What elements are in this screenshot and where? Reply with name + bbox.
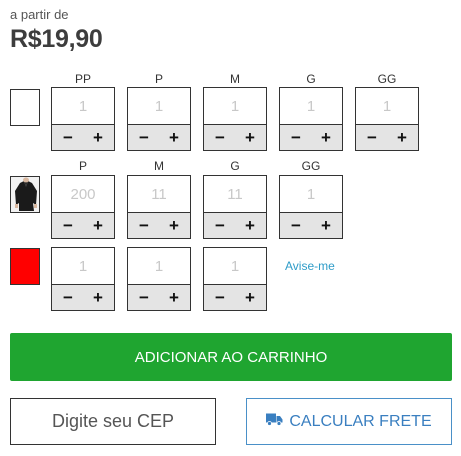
increment-button[interactable]: + (239, 285, 261, 310)
increment-button[interactable]: + (239, 125, 261, 150)
quantity-stepper: 1 − + (355, 87, 419, 151)
size-label: M (230, 72, 240, 86)
stepper-buttons: − + (204, 124, 266, 150)
stepper-buttons: − + (52, 212, 114, 238)
quantity-input[interactable]: 1 (128, 248, 190, 284)
quantity-stepper: 1 − + (279, 175, 343, 239)
increment-button[interactable]: + (239, 213, 261, 238)
stepper-buttons: − + (52, 124, 114, 150)
quantity-stepper: 1 − + (127, 247, 191, 311)
size-label: M (154, 159, 164, 173)
increment-button[interactable]: + (163, 213, 185, 238)
quantity-input[interactable]: 1 (52, 248, 114, 284)
quantity-input[interactable]: 11 (204, 176, 266, 212)
increment-button[interactable]: + (163, 285, 185, 310)
decrement-button[interactable]: − (133, 285, 155, 310)
size-label: P (78, 159, 87, 173)
decrement-button[interactable]: − (133, 213, 155, 238)
color-swatch-black-blouse[interactable] (10, 176, 40, 213)
quantity-input[interactable]: 1 (280, 88, 342, 124)
size-label: G (306, 72, 316, 86)
decrement-button[interactable]: − (209, 213, 231, 238)
quantity-stepper: 1 − + (279, 87, 343, 151)
quantity-stepper: 11 − + (203, 175, 267, 239)
size-label: P (154, 72, 163, 86)
quantity-stepper: 1 − + (203, 87, 267, 151)
stepper-buttons: − + (280, 212, 342, 238)
increment-button[interactable]: + (315, 125, 337, 150)
decrement-button[interactable]: − (209, 125, 231, 150)
stepper-buttons: − + (280, 124, 342, 150)
decrement-button[interactable]: − (57, 213, 79, 238)
stepper-buttons: − + (128, 124, 190, 150)
increment-button[interactable]: + (315, 213, 337, 238)
quantity-stepper: 1 − + (51, 247, 115, 311)
price-prefix: a partir de (10, 7, 69, 22)
increment-button[interactable]: + (87, 213, 109, 238)
decrement-button[interactable]: − (285, 125, 307, 150)
quantity-input[interactable]: 1 (204, 88, 266, 124)
quantity-stepper: 1 − + (51, 87, 115, 151)
decrement-button[interactable]: − (57, 285, 79, 310)
blouse-thumbnail (11, 177, 39, 212)
quantity-input[interactable]: 1 (128, 88, 190, 124)
size-label: G (230, 159, 240, 173)
stepper-buttons: − + (128, 284, 190, 310)
stepper-buttons: − + (204, 284, 266, 310)
notify-me-link[interactable]: Avise-me (285, 259, 335, 273)
quantity-stepper: 1 − + (203, 247, 267, 311)
increment-button[interactable]: + (87, 125, 109, 150)
price-value: R$19,90 (10, 25, 103, 53)
size-label: GG (301, 159, 321, 173)
color-swatch-white[interactable] (10, 89, 40, 126)
cep-input[interactable]: Digite seu CEP (10, 398, 216, 445)
quantity-stepper: 1 − + (127, 87, 191, 151)
color-swatch-red[interactable] (10, 248, 40, 285)
quantity-input[interactable]: 1 (52, 88, 114, 124)
calculate-freight-button[interactable]: CALCULAR FRETE (246, 398, 452, 445)
decrement-button[interactable]: − (361, 125, 383, 150)
increment-button[interactable]: + (163, 125, 185, 150)
decrement-button[interactable]: − (209, 285, 231, 310)
quantity-input[interactable]: 1 (204, 248, 266, 284)
stepper-buttons: − + (204, 212, 266, 238)
decrement-button[interactable]: − (285, 213, 307, 238)
size-label: PP (74, 72, 91, 86)
increment-button[interactable]: + (87, 285, 109, 310)
quantity-stepper: 200 − + (51, 175, 115, 239)
stepper-buttons: − + (128, 212, 190, 238)
calculate-freight-label: CALCULAR FRETE (289, 412, 432, 430)
quantity-input[interactable]: 1 (280, 176, 342, 212)
truck-icon (266, 413, 283, 431)
add-to-cart-button[interactable]: ADICIONAR AO CARRINHO (10, 333, 452, 381)
quantity-input[interactable]: 11 (128, 176, 190, 212)
decrement-button[interactable]: − (133, 125, 155, 150)
decrement-button[interactable]: − (57, 125, 79, 150)
size-label: GG (377, 72, 397, 86)
increment-button[interactable]: + (391, 125, 413, 150)
quantity-input[interactable]: 1 (356, 88, 418, 124)
quantity-stepper: 11 − + (127, 175, 191, 239)
quantity-input[interactable]: 200 (52, 176, 114, 212)
stepper-buttons: − + (356, 124, 418, 150)
stepper-buttons: − + (52, 284, 114, 310)
